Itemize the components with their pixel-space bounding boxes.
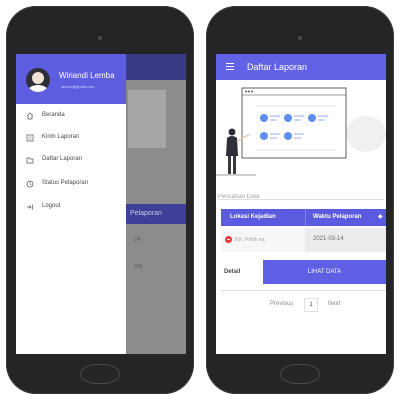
logout-icon [27,204,33,210]
phone-speaker [298,36,302,40]
background-table-header: Pelaporan [126,204,186,224]
phone-frame-right: Daftar Laporan Pencarian Data Lokasi Kej… [206,6,394,394]
menu-icon[interactable] [226,63,234,71]
background-text: ind [134,264,143,270]
collapse-row-icon[interactable] [225,236,232,243]
menu-item-label: Beranda [42,112,65,118]
sort-icon[interactable]: ◆ [378,213,383,220]
screen-left: Pelaporan -24 ind Wiriandi Lemba stvsvc@… [16,54,186,354]
pagination: Previous 1 Next [216,298,386,312]
menu-item-beranda[interactable]: Beranda [16,106,126,128]
menu-item-label: Status Pelaporan [42,180,89,186]
menu-item-kirim-laporan[interactable]: Kirim Laporan [16,128,126,150]
column-header-waktu[interactable]: Waktu Pelaporan [313,214,361,220]
menu-item-logout[interactable]: Logout [16,197,126,219]
menu-item-status-pelaporan[interactable]: Status Pelaporan [16,174,126,196]
page-title: Daftar Laporan [247,62,308,72]
report-list-illustration [216,87,386,176]
menu-item-label: Logout [42,203,61,209]
search-input[interactable] [218,191,378,203]
phone-speaker [98,36,102,40]
divider [221,290,386,291]
background-bar-label: Pelaporan [130,210,162,217]
folder-icon [26,157,34,164]
lokasi-value: Jl.K. Poltik no. [234,237,266,243]
user-name: Wiriandi Lemba [59,71,115,80]
column-header-lokasi[interactable]: Lokasi Kejadian [230,214,276,220]
search-field[interactable] [218,185,384,203]
app-header: Daftar Laporan [216,54,386,80]
lihat-data-button[interactable]: LIHAT DATA [263,260,386,284]
previous-page-button[interactable]: Previous [270,301,293,307]
table-header: Lokasi Kejadian Waktu Pelaporan ◆ [221,209,386,226]
table-cell-lokasi: Jl.K. Poltik no. [221,228,305,252]
menu-item-daftar-laporan[interactable]: Daftar Laporan [16,150,126,172]
status-icon [26,180,34,188]
user-email: stvsvc@gmail.com [61,84,95,89]
next-page-button[interactable]: Next [328,301,340,307]
avatar [26,68,50,92]
background-illustration [128,90,166,148]
drawer-header: Wiriandi Lemba stvsvc@gmail.com [16,54,126,104]
page-number-button[interactable]: 1 [304,298,318,312]
home-icon [26,112,34,120]
detail-label: Detail [224,269,241,275]
background-text: -24 [132,237,141,243]
home-button[interactable] [80,364,120,384]
navigation-drawer: Wiriandi Lemba stvsvc@gmail.com Beranda … [16,54,126,354]
menu-item-label: Kirim Laporan [42,134,80,140]
screen-right: Daftar Laporan Pencarian Data Lokasi Kej… [216,54,386,354]
table-row[interactable]: Jl.K. Poltik no. 2021-03-14 [221,228,386,252]
document-icon [26,134,34,142]
phone-frame-left: Pelaporan -24 ind Wiriandi Lemba stvsvc@… [6,6,194,394]
waktu-value: 2021-03-14 [313,236,344,242]
home-button[interactable] [280,364,320,384]
menu-item-label: Daftar Laporan [42,156,83,162]
